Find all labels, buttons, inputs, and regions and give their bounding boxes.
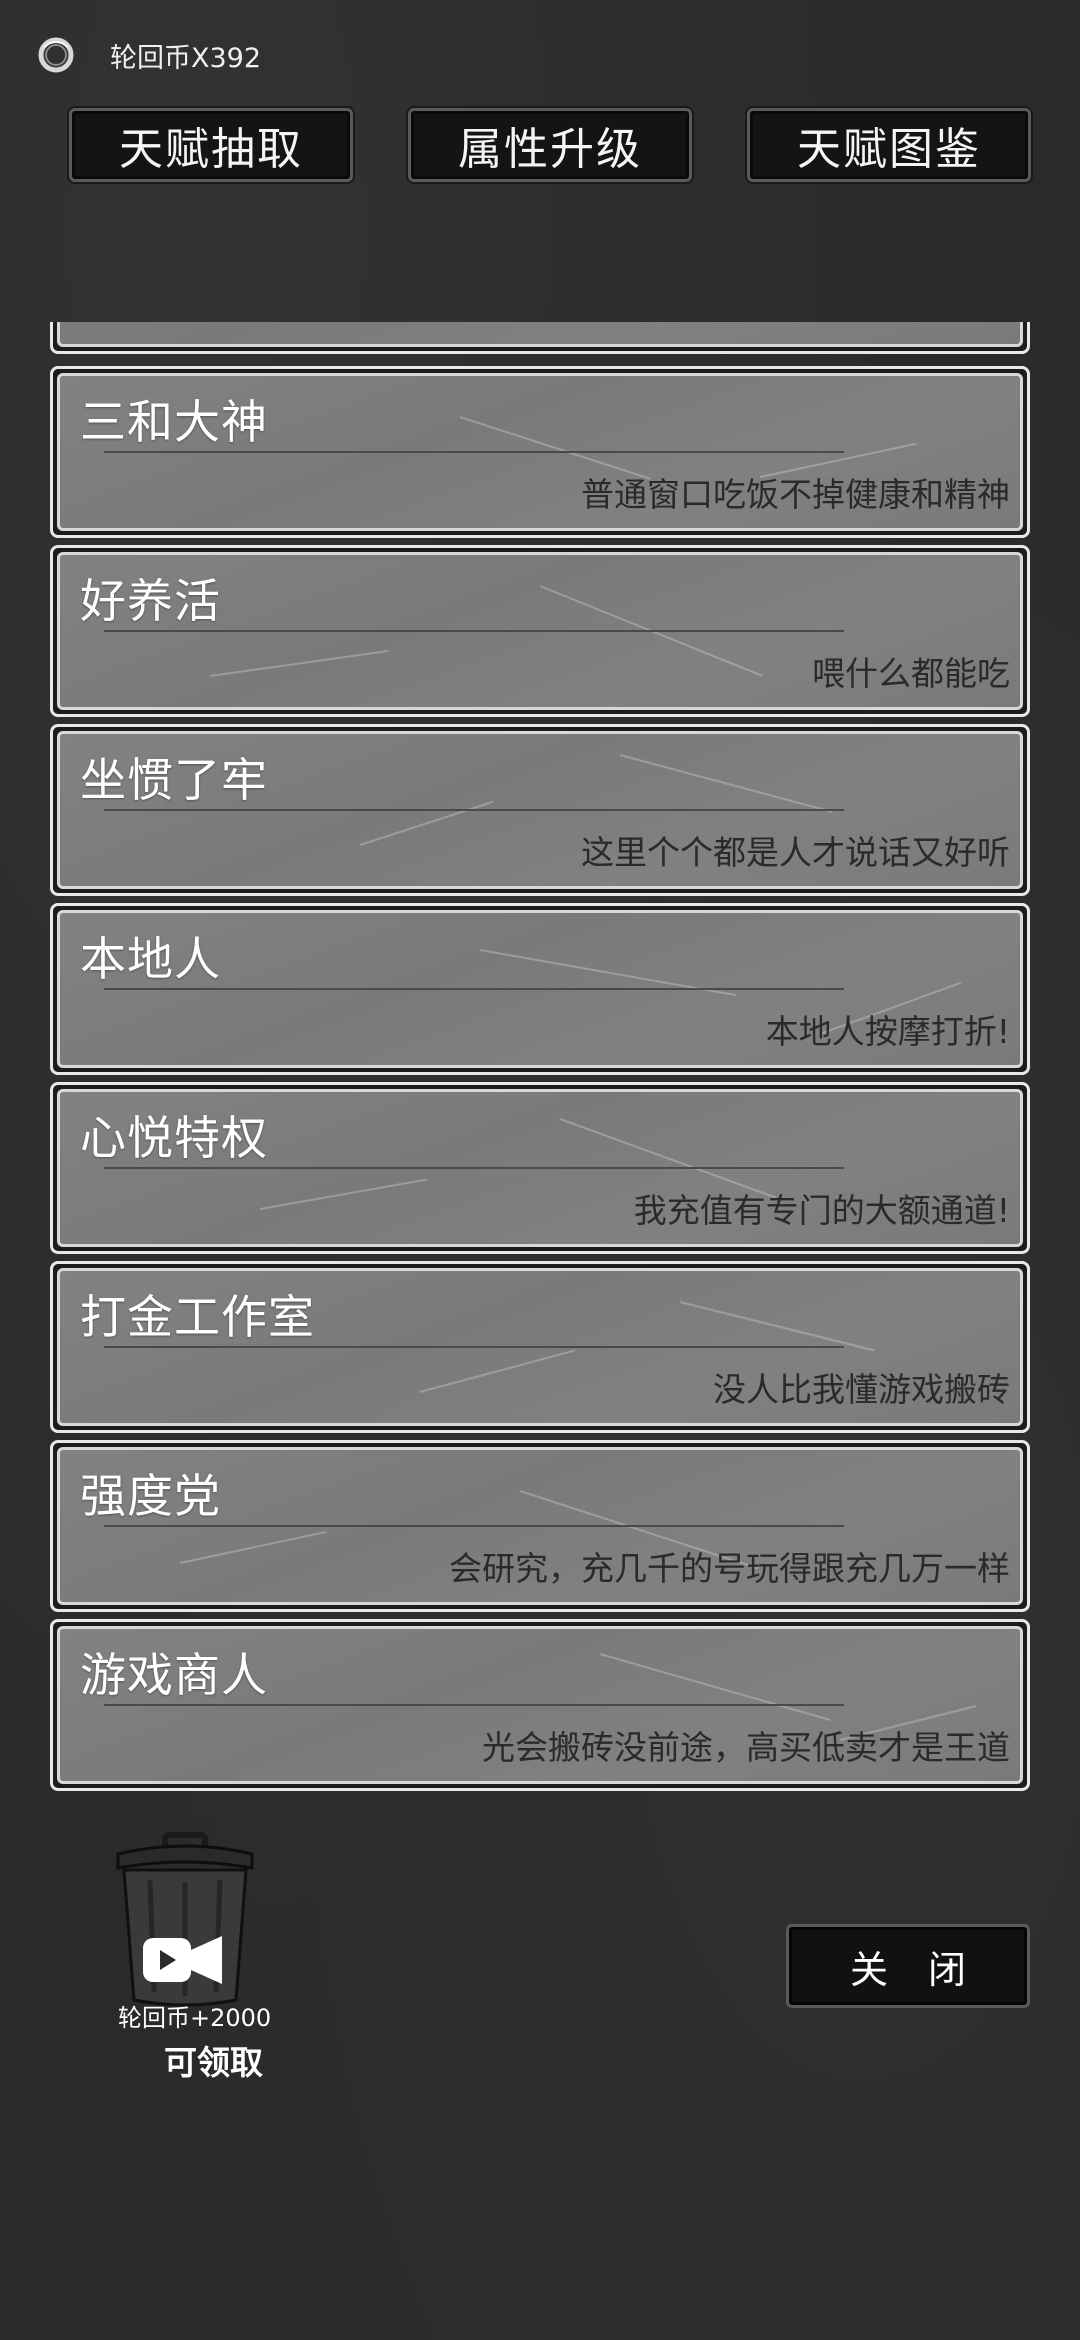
talent-description: 普通窗口吃饭不掉健康和精神: [581, 475, 1010, 514]
talent-description: 会研究，充几千的号玩得跟充几万一样: [449, 1549, 1010, 1588]
talent-description: 没人比我懂游戏搬砖: [713, 1370, 1010, 1409]
divider: [104, 1704, 844, 1706]
talent-title: 心悦特权: [80, 1111, 268, 1165]
divider: [104, 1525, 844, 1527]
talent-card[interactable]: 心悦特权 我充值有专门的大额通道!: [50, 1082, 1030, 1254]
talent-list[interactable]: 三和大神 普通窗口吃饭不掉健康和精神 好养活 喂什么都能吃 坐惯了牢 这里个个都…: [0, 322, 1080, 1800]
talent-description: 喂什么都能吃: [812, 654, 1010, 693]
divider: [104, 1167, 844, 1169]
talent-description: 这里个个都是人才说话又好听: [581, 833, 1010, 872]
claim-label[interactable]: 可领取: [164, 2036, 263, 2084]
currency-amount: 轮回币X392: [110, 42, 262, 74]
tab-attribute-upgrade[interactable]: 属性升级: [408, 108, 692, 182]
talent-card[interactable]: 强度党 会研究，充几千的号玩得跟充几万一样: [50, 1440, 1030, 1612]
divider: [104, 988, 844, 990]
talent-description: 我充值有专门的大额通道!: [633, 1191, 1010, 1230]
talent-card[interactable]: 坐惯了牢 这里个个都是人才说话又好听: [50, 724, 1030, 896]
talent-title: 强度党: [80, 1469, 221, 1523]
reward-amount: 轮回币+2000: [118, 2004, 272, 2032]
tab-bar: 天赋抽取 属性升级 天赋图鉴: [0, 108, 1080, 182]
currency-display: 轮回币X392: [36, 30, 261, 80]
talent-title: 打金工作室: [80, 1290, 315, 1344]
divider: [104, 809, 844, 811]
divider: [104, 451, 844, 453]
divider: [104, 1346, 844, 1348]
talent-card[interactable]: 本地人 本地人按摩打折!: [50, 903, 1030, 1075]
ring-icon: [38, 37, 74, 73]
talent-card[interactable]: 游戏商人 光会搬砖没前途，高买低卖才是王道: [50, 1619, 1030, 1791]
talent-description: 本地人按摩打折!: [765, 1012, 1010, 1051]
talent-title: 三和大神: [80, 395, 268, 449]
divider: [104, 630, 844, 632]
close-button[interactable]: 关 闭: [786, 1924, 1030, 2008]
talent-card[interactable]: 好养活 喂什么都能吃: [50, 545, 1030, 717]
talent-card[interactable]: 三和大神 普通窗口吃饭不掉健康和精神: [50, 366, 1030, 538]
talent-title: 本地人: [80, 932, 221, 986]
talent-description: 光会搬砖没前途，高买低卖才是王道: [482, 1728, 1010, 1767]
tab-talent-codex[interactable]: 天赋图鉴: [747, 108, 1031, 182]
talent-title: 坐惯了牢: [80, 753, 268, 807]
trash-can-video-icon[interactable]: [110, 1832, 260, 2022]
tab-talent-draw[interactable]: 天赋抽取: [69, 108, 353, 182]
talent-card[interactable]: 打金工作室 没人比我懂游戏搬砖: [50, 1261, 1030, 1433]
talent-title: 游戏商人: [80, 1648, 268, 1702]
talent-title: 好养活: [80, 574, 221, 628]
talent-card-partial[interactable]: [50, 322, 1030, 354]
talent-codex-screen: 轮回币X392 天赋抽取 属性升级 天赋图鉴 三和大神 普通窗口吃饭不掉健康和精…: [0, 0, 1080, 2340]
